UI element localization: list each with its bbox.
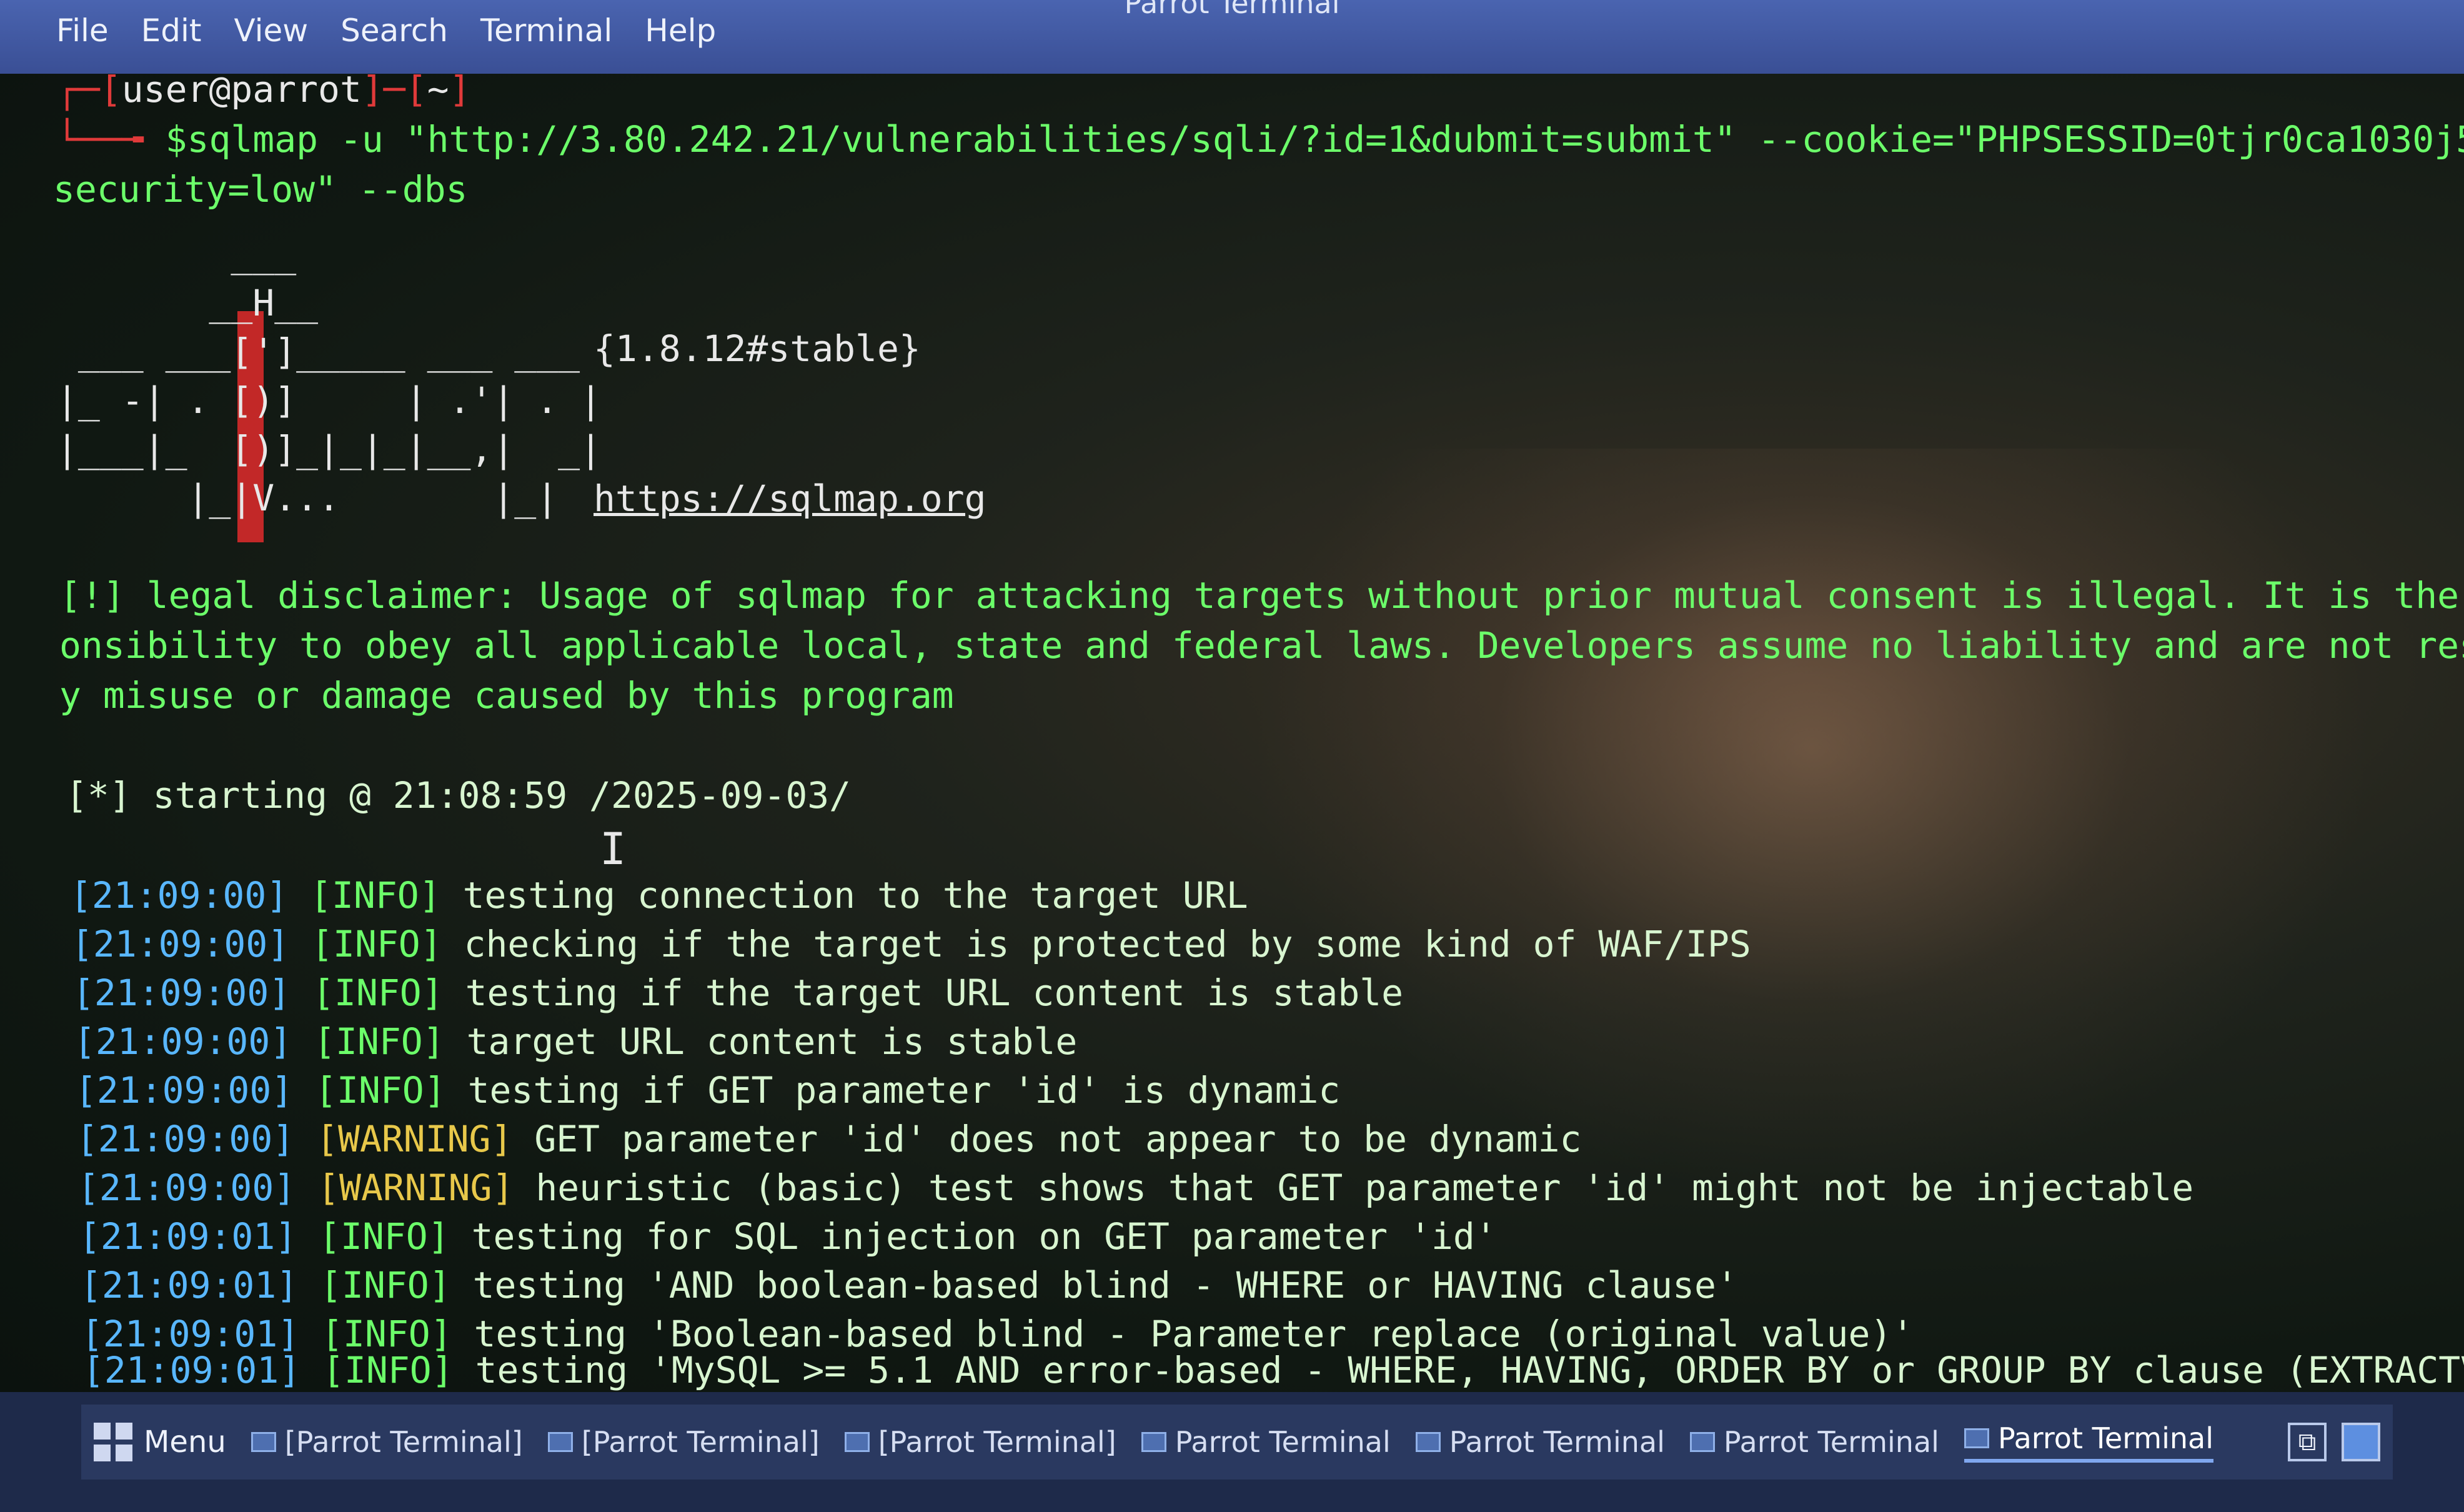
command-text: $sqlmap -u "http://3.80.242.21/vulnerabi… <box>165 118 2464 161</box>
prompt-line: ┌─[user@parrot]─[~] <box>56 74 470 111</box>
log-line-warning: [21:09:00] [WARNING] GET parameter 'id' … <box>76 1118 1582 1160</box>
terminal-window-icon <box>547 1432 573 1452</box>
sqlmap-url-link[interactable]: https://sqlmap.org <box>594 477 986 520</box>
taskbar-item-parrot-terminal[interactable]: Parrot Terminal <box>1141 1425 1391 1459</box>
log-line: [21:09:01] [INFO] testing for SQL inject… <box>79 1215 1497 1258</box>
text-cursor-icon: I <box>600 823 627 875</box>
desktop-icon[interactable] <box>2342 1423 2380 1461</box>
menu-edit[interactable]: Edit <box>141 12 202 49</box>
taskbar-item-parrot-terminal[interactable]: [Parrot Terminal] <box>547 1425 820 1459</box>
starting-line: [*] starting @ 21:08:59 /2025-09-03/ <box>66 774 852 817</box>
workspace-icon[interactable]: ⧉ <box>2288 1423 2327 1461</box>
taskbar-item-parrot-terminal-active[interactable]: Parrot Terminal <box>1964 1421 2214 1463</box>
taskbar-item-parrot-terminal[interactable]: Parrot Terminal <box>1689 1425 1939 1459</box>
log-line: [21:09:00] [INFO] testing if the target … <box>72 972 1404 1014</box>
terminal-window-icon <box>1964 1428 1989 1448</box>
disclaimer-line-3: y misuse or damage caused by this progra… <box>59 674 954 717</box>
terminal-window-icon <box>844 1432 870 1452</box>
log-line: [21:09:00] [INFO] testing connection to … <box>70 874 1248 917</box>
disclaimer-line-1: [!] legal disclaimer: Usage of sqlmap fo… <box>59 574 2460 617</box>
sqlmap-version: {1.8.12#stable} <box>594 327 921 370</box>
taskbar-item-parrot-terminal[interactable]: [Parrot Terminal] <box>844 1425 1116 1459</box>
app-grid-icon <box>94 1423 132 1461</box>
command-line: └──╼ $sqlmap -u "http://3.80.242.21/vuln… <box>56 117 2464 161</box>
prompt-cwd: ~ <box>427 74 449 111</box>
terminal-window-icon <box>1141 1432 1166 1452</box>
terminal-window-icon <box>1415 1432 1441 1452</box>
title-bar: Parrot Terminal File Edit View Search Te… <box>0 0 2464 74</box>
log-line: [21:09:00] [INFO] checking if the target… <box>71 923 1751 965</box>
menu-file[interactable]: File <box>56 12 109 49</box>
menu-terminal[interactable]: Terminal <box>480 12 612 49</box>
log-line-warning: [21:09:00] [WARNING] heuristic (basic) t… <box>77 1166 2194 1209</box>
taskbar-item-parrot-terminal[interactable]: [Parrot Terminal] <box>251 1425 523 1459</box>
menu-search[interactable]: Search <box>340 12 448 49</box>
log-line: [21:09:00] [INFO] testing if GET paramet… <box>75 1069 1341 1112</box>
screen-glare <box>1249 449 2374 1198</box>
taskbar-item-parrot-terminal[interactable]: Parrot Terminal <box>1415 1425 1665 1459</box>
system-tray: ⧉ <box>2288 1423 2380 1461</box>
command-line-wrap: security=low" --dbs <box>53 168 468 211</box>
log-line: [21:09:01] [INFO] testing 'MySQL >= 5.1 … <box>82 1349 2464 1391</box>
sqlmap-banner-art: ___ __H__ ___ ___[']_____ ___ ___ |_ -| … <box>56 233 602 519</box>
terminal-window-icon <box>1689 1432 1715 1452</box>
log-line: [21:09:00] [INFO] target URL content is … <box>74 1020 1078 1063</box>
menu-bar: File Edit View Search Terminal Help <box>56 12 716 49</box>
disclaimer-line-2: onsibility to obey all applicable local,… <box>59 624 2464 667</box>
terminal-output[interactable]: ┌─[user@parrot]─[~] └──╼ $sqlmap -u "htt… <box>0 74 2464 1392</box>
start-menu-button[interactable]: Menu <box>94 1423 226 1461</box>
taskbar: Menu [Parrot Terminal] [Parrot Terminal]… <box>0 1392 2464 1512</box>
prompt-user-host: user@parrot <box>121 74 362 111</box>
log-line: [21:09:01] [INFO] testing 'AND boolean-b… <box>80 1264 1738 1306</box>
menu-help[interactable]: Help <box>645 12 716 49</box>
menu-view[interactable]: View <box>234 12 309 49</box>
start-menu-label: Menu <box>144 1425 226 1460</box>
taskbar-panel: Menu [Parrot Terminal] [Parrot Terminal]… <box>81 1405 2393 1480</box>
terminal-window-icon <box>251 1432 276 1452</box>
